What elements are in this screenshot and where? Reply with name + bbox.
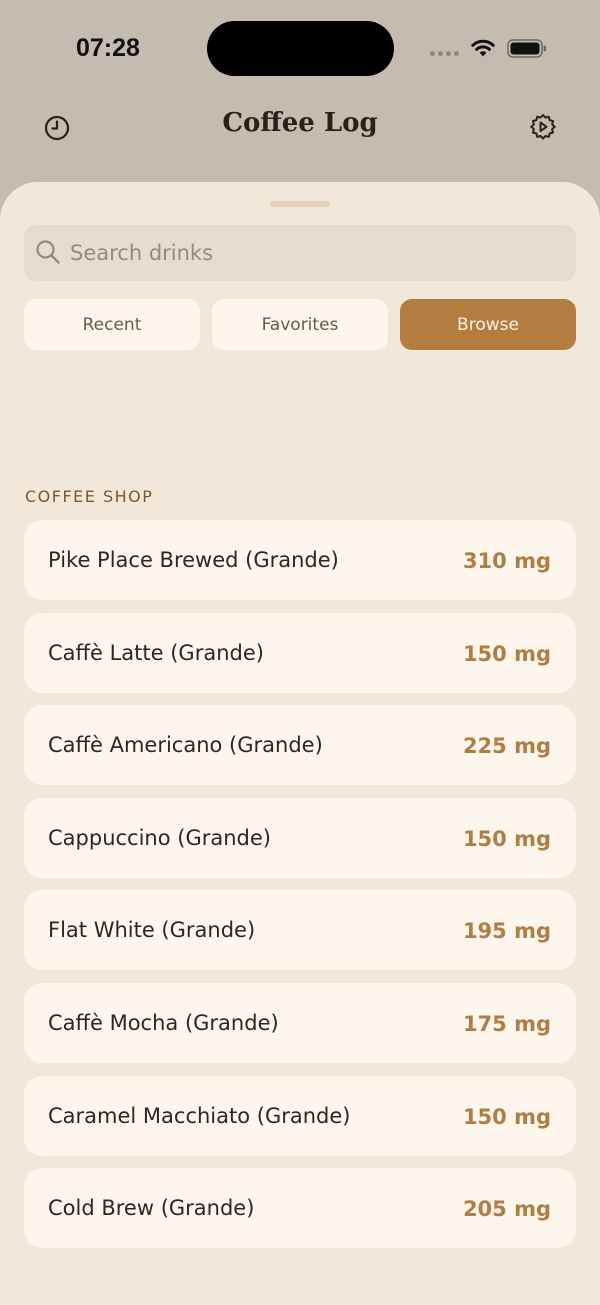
drink-row[interactable]: Cappuccino (Grande) 150 mg: [24, 797, 576, 878]
bottom-sheet: Recent Favorites Browse COFFEE SHOP Pike…: [0, 182, 600, 1305]
status-time: 07:28: [76, 34, 140, 62]
battery-icon: [507, 39, 546, 58]
caffeine-amount: 225 mg: [462, 734, 551, 759]
caffeine-amount: 205 mg: [462, 1197, 551, 1222]
drink-row[interactable]: Caramel Macchiato (Grande) 150 mg: [24, 1075, 576, 1156]
drink-name: Cold Brew (Grande): [48, 1196, 255, 1221]
segmented-tabs: Recent Favorites Browse: [24, 299, 576, 350]
wifi-icon: [471, 39, 495, 57]
search-input[interactable]: [70, 225, 560, 281]
drink-row[interactable]: Pike Place Brewed (Grande) 310 mg: [24, 520, 576, 600]
drink-row[interactable]: Caffè Mocha (Grande) 175 mg: [24, 982, 576, 1063]
caffeine-amount: 175 mg: [462, 1011, 551, 1036]
drink-name: Caramel Macchiato (Grande): [48, 1103, 351, 1128]
drink-name: Pike Place Brewed (Grande): [48, 548, 339, 572]
drink-row[interactable]: Cold Brew (Grande) 205 mg: [24, 1168, 576, 1249]
tab-recent[interactable]: Recent: [24, 299, 200, 350]
screen: 07:28 Coffee Log Search drinks Recent Fa…: [0, 0, 600, 1305]
caffeine-amount: 150 mg: [462, 1104, 551, 1129]
dynamic-island: [207, 21, 394, 76]
drink-name: Cappuccino (Grande): [48, 825, 271, 850]
search-bar[interactable]: [24, 225, 576, 281]
caffeine-amount: 310 mg: [462, 549, 551, 573]
section-title: COFFEE SHOP: [25, 487, 154, 506]
caffeine-amount: 150 mg: [462, 641, 551, 666]
drink-name: Caffè Americano (Grande): [48, 733, 323, 758]
page-title: Coffee Log: [222, 108, 378, 138]
tab-favorites[interactable]: Favorites: [212, 299, 388, 350]
drink-row[interactable]: Flat White (Grande) 195 mg: [24, 890, 576, 971]
drink-row[interactable]: Caffè Americano (Grande) 225 mg: [24, 705, 576, 786]
drink-row[interactable]: Caffè Latte (Grande) 150 mg: [24, 612, 576, 693]
status-bar: 07:28: [0, 0, 600, 96]
nav-header: Coffee Log: [0, 96, 600, 178]
drink-list: Pike Place Brewed (Grande) 310 mg Caffè …: [24, 520, 576, 1261]
cellular-signal-icon: [430, 51, 459, 56]
search-icon: [36, 240, 60, 264]
tab-browse[interactable]: Browse: [400, 299, 576, 350]
drink-name: Caffè Latte (Grande): [48, 640, 264, 665]
drink-name: Caffè Mocha (Grande): [48, 1010, 279, 1035]
gear-icon[interactable]: [527, 111, 559, 143]
caffeine-amount: 150 mg: [462, 826, 551, 851]
caffeine-amount: 195 mg: [462, 919, 551, 944]
sheet-grabber[interactable]: [270, 201, 330, 207]
drink-name: Flat White (Grande): [48, 918, 256, 943]
